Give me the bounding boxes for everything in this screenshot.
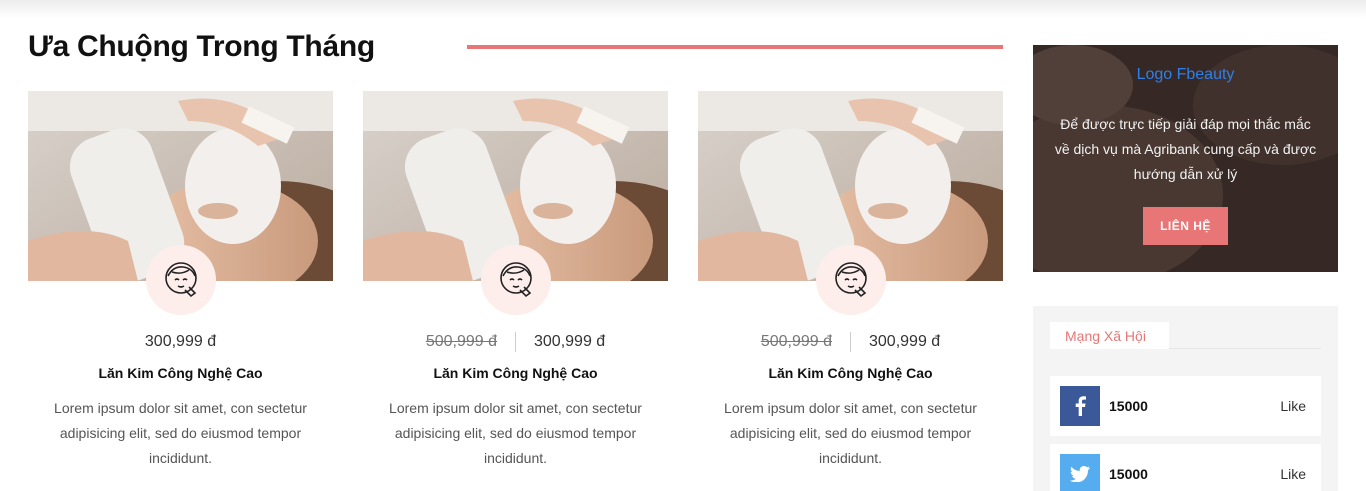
price-divider: [515, 332, 516, 352]
contact-promo: Logo Fbeauty Để được trực tiếp giải đáp …: [1033, 45, 1338, 272]
current-price: 300,999 đ: [534, 333, 606, 350]
contact-button[interactable]: LIÊN HỆ: [1143, 207, 1228, 245]
promo-text: Để được trực tiếp giải đáp mọi thắc mắc …: [1054, 116, 1317, 182]
follower-count: 15000: [1109, 466, 1148, 482]
title-divider: [467, 45, 1003, 49]
price-row: 500,999 đ 300,999 đ: [698, 331, 1003, 353]
facebook-icon[interactable]: [1060, 386, 1100, 426]
product-name[interactable]: Lăn Kim Công Nghệ Cao: [698, 365, 1003, 381]
product-card[interactable]: 300,999 đ Lăn Kim Công Nghệ Cao Lorem ip…: [28, 91, 333, 481]
social-row-facebook[interactable]: 15000 Like: [1050, 376, 1321, 436]
face-care-icon: [816, 245, 886, 315]
promo-logo-link[interactable]: Logo Fbeauty: [1033, 66, 1338, 84]
face-care-icon: [146, 245, 216, 315]
product-name[interactable]: Lăn Kim Công Nghệ Cao: [28, 365, 333, 381]
product-description: Lorem ipsum dolor sit amet, con sectetur…: [724, 400, 977, 466]
face-care-icon: [481, 245, 551, 315]
product-description: Lorem ipsum dolor sit amet, con sectetur…: [389, 400, 642, 466]
product-name[interactable]: Lăn Kim Công Nghệ Cao: [363, 365, 668, 381]
old-price: 500,999 đ: [425, 333, 497, 350]
section-title: Ưa Chuộng Trong Tháng: [28, 30, 375, 63]
current-price: 300,999 đ: [869, 333, 941, 350]
product-description: Lorem ipsum dolor sit amet, con sectetur…: [54, 400, 307, 466]
follower-count: 15000: [1109, 398, 1148, 414]
product-card[interactable]: 500,999 đ 300,999 đ Lăn Kim Công Nghệ Ca…: [698, 91, 1003, 481]
current-price: 300,999 đ: [144, 333, 217, 350]
like-link[interactable]: Like: [1280, 444, 1306, 491]
social-tab-divider: [1169, 348, 1321, 349]
social-widget: Mạng Xã Hội 15000 Like 15000 Like: [1033, 306, 1338, 491]
twitter-icon[interactable]: [1060, 454, 1100, 491]
product-card[interactable]: 500,999 đ 300,999 đ Lăn Kim Công Nghệ Ca…: [363, 91, 668, 481]
price-divider: [850, 332, 851, 352]
price-row: 300,999 đ: [28, 331, 333, 353]
social-row-twitter[interactable]: 15000 Like: [1050, 444, 1321, 491]
old-price: 500,999 đ: [760, 333, 832, 350]
price-row: 500,999 đ 300,999 đ: [363, 331, 668, 353]
social-tab[interactable]: Mạng Xã Hội: [1050, 322, 1169, 349]
header-shadow: [0, 0, 1366, 18]
like-link[interactable]: Like: [1280, 376, 1306, 436]
